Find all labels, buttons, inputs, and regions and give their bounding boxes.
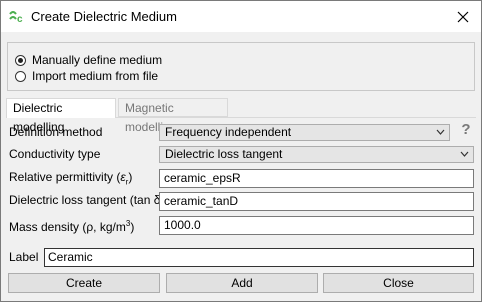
chevron-down-icon bbox=[436, 129, 445, 135]
close-button[interactable]: Close bbox=[323, 273, 474, 293]
create-button[interactable]: Create bbox=[8, 273, 160, 293]
dialog-title: Create Dielectric Medium bbox=[31, 9, 177, 24]
dialog-window: c Create Dielectric Medium Manually defi… bbox=[0, 0, 482, 302]
help-icon[interactable]: ? bbox=[460, 122, 472, 138]
conductivity-type-dropdown[interactable]: Dielectric loss tangent bbox=[159, 146, 474, 163]
radio-manually-define[interactable]: Manually define medium bbox=[15, 52, 162, 68]
chevron-down-icon bbox=[460, 151, 469, 157]
radio-label: Import medium from file bbox=[32, 69, 159, 83]
radio-import-from-file[interactable]: Import medium from file bbox=[15, 68, 158, 84]
mass-density-input[interactable]: 1000.0 bbox=[159, 216, 474, 235]
mass-density-label: Mass density (ρ, kg/m3) bbox=[9, 219, 135, 234]
conductivity-type-label: Conductivity type bbox=[9, 147, 101, 161]
tab-dielectric-modelling[interactable]: Dielectric modelling bbox=[6, 98, 116, 134]
title-bar: c Create Dielectric Medium bbox=[1, 1, 481, 32]
radio-label: Manually define medium bbox=[32, 53, 163, 67]
radio-indicator-checked[interactable] bbox=[15, 54, 26, 66]
relative-permittivity-label: Relative permittivity (εr) bbox=[9, 170, 133, 187]
definition-method-dropdown[interactable]: Frequency independent bbox=[159, 124, 450, 141]
loss-tangent-input[interactable]: ceramic_tanD bbox=[159, 192, 474, 211]
medium-source-group: Manually define medium Import medium fro… bbox=[7, 42, 475, 91]
tab-magnetic-modelling[interactable]: Magnetic modelling bbox=[118, 98, 228, 134]
loss-tangent-label: Dielectric loss tangent (tan δ) bbox=[9, 193, 165, 207]
radio-indicator[interactable] bbox=[15, 70, 26, 82]
definition-method-value: Frequency independent bbox=[165, 125, 292, 139]
conductivity-type-value: Dielectric loss tangent bbox=[165, 147, 283, 161]
close-window-button[interactable] bbox=[445, 1, 481, 32]
app-logo-icon: c bbox=[9, 10, 25, 25]
svg-text:c: c bbox=[17, 14, 23, 24]
relative-permittivity-input[interactable]: ceramic_epsR bbox=[159, 169, 474, 188]
close-icon bbox=[457, 11, 469, 22]
label-field-label: Label bbox=[9, 250, 39, 264]
label-input[interactable]: Ceramic bbox=[44, 248, 474, 267]
add-button[interactable]: Add bbox=[166, 273, 318, 293]
